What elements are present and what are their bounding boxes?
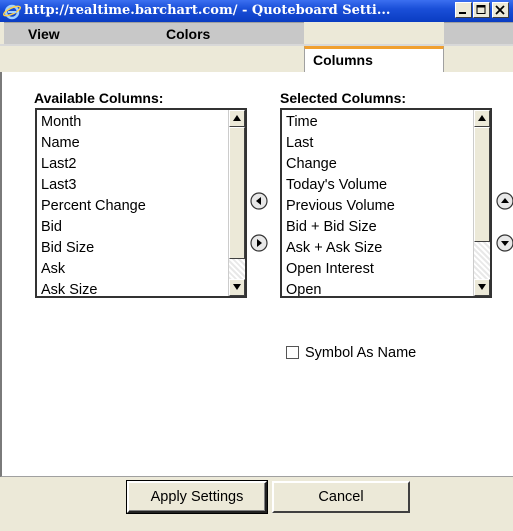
close-button[interactable] — [492, 2, 509, 18]
list-item[interactable]: Bid Size — [41, 238, 245, 259]
move-up-button[interactable] — [496, 192, 513, 210]
scroll-up-button[interactable] — [474, 110, 490, 127]
selected-columns-list[interactable]: Time Last Change Today's Volume Previous… — [280, 108, 492, 298]
tab-bar: View Colors Columns — [0, 22, 513, 74]
arrow-down-icon — [233, 284, 241, 290]
list-item[interactable]: Percent Change — [41, 196, 245, 217]
move-right-button[interactable] — [250, 234, 268, 252]
list-item[interactable]: Last — [286, 133, 490, 154]
columns-panel: Available Columns: Selected Columns: Mon… — [0, 72, 513, 477]
selected-scrollbar[interactable] — [473, 110, 490, 296]
arrow-down-icon — [478, 284, 486, 290]
list-item[interactable]: Time — [286, 112, 490, 133]
move-down-button[interactable] — [496, 234, 513, 252]
arrow-up-icon — [233, 115, 241, 121]
minimize-button[interactable] — [455, 2, 472, 18]
list-item[interactable]: Bid — [41, 217, 245, 238]
internet-explorer-icon — [3, 4, 21, 20]
available-scrollbar[interactable] — [228, 110, 245, 296]
tab-view[interactable]: View — [4, 22, 154, 44]
list-item[interactable]: Today's Volume — [286, 175, 490, 196]
list-item[interactable]: Ask Size — [41, 280, 245, 296]
close-icon — [495, 5, 505, 15]
tab-columns[interactable]: Columns — [304, 46, 444, 74]
list-item[interactable]: Month — [41, 112, 245, 133]
list-item[interactable]: Open Interest — [286, 259, 490, 280]
list-item[interactable]: Change — [286, 154, 490, 175]
scroll-thumb[interactable] — [229, 127, 245, 259]
symbol-as-name-label: Symbol As Name — [305, 345, 417, 361]
apply-settings-button[interactable]: Apply Settings — [127, 481, 267, 513]
list-item[interactable]: Open — [286, 280, 490, 296]
arrow-up-icon — [478, 115, 486, 121]
button-bar: Apply Settings Cancel — [0, 477, 513, 531]
title-bar[interactable]: http://realtime.barchart.com/ - Quoteboa… — [0, 0, 513, 22]
tab-bar-filler — [444, 22, 513, 44]
available-columns-list[interactable]: Month Name Last2 Last3 Percent Change Bi… — [35, 108, 247, 298]
available-columns-label: Available Columns: — [34, 90, 164, 106]
maximize-icon — [476, 5, 486, 14]
symbol-as-name-checkbox[interactable] — [286, 346, 299, 359]
list-item[interactable]: Last3 — [41, 175, 245, 196]
cancel-button[interactable]: Cancel — [272, 481, 410, 513]
scroll-track[interactable] — [474, 242, 490, 279]
scroll-thumb[interactable] — [474, 127, 490, 242]
scroll-down-button[interactable] — [474, 279, 490, 296]
list-item[interactable]: Name — [41, 133, 245, 154]
list-item[interactable]: Last2 — [41, 154, 245, 175]
minimize-icon — [459, 12, 466, 14]
list-item[interactable]: Bid + Bid Size — [286, 217, 490, 238]
selected-columns-label: Selected Columns: — [280, 90, 407, 106]
tab-colors[interactable]: Colors — [154, 22, 304, 44]
maximize-button[interactable] — [473, 2, 490, 18]
scroll-track[interactable] — [229, 259, 245, 279]
scroll-down-button[interactable] — [229, 279, 245, 296]
list-item[interactable]: Ask + Ask Size — [286, 238, 490, 259]
list-item[interactable]: Ask — [41, 259, 245, 280]
window-title: http://realtime.barchart.com/ - Quoteboa… — [24, 3, 391, 18]
move-left-button[interactable] — [250, 192, 268, 210]
scroll-up-button[interactable] — [229, 110, 245, 127]
list-item[interactable]: Previous Volume — [286, 196, 490, 217]
